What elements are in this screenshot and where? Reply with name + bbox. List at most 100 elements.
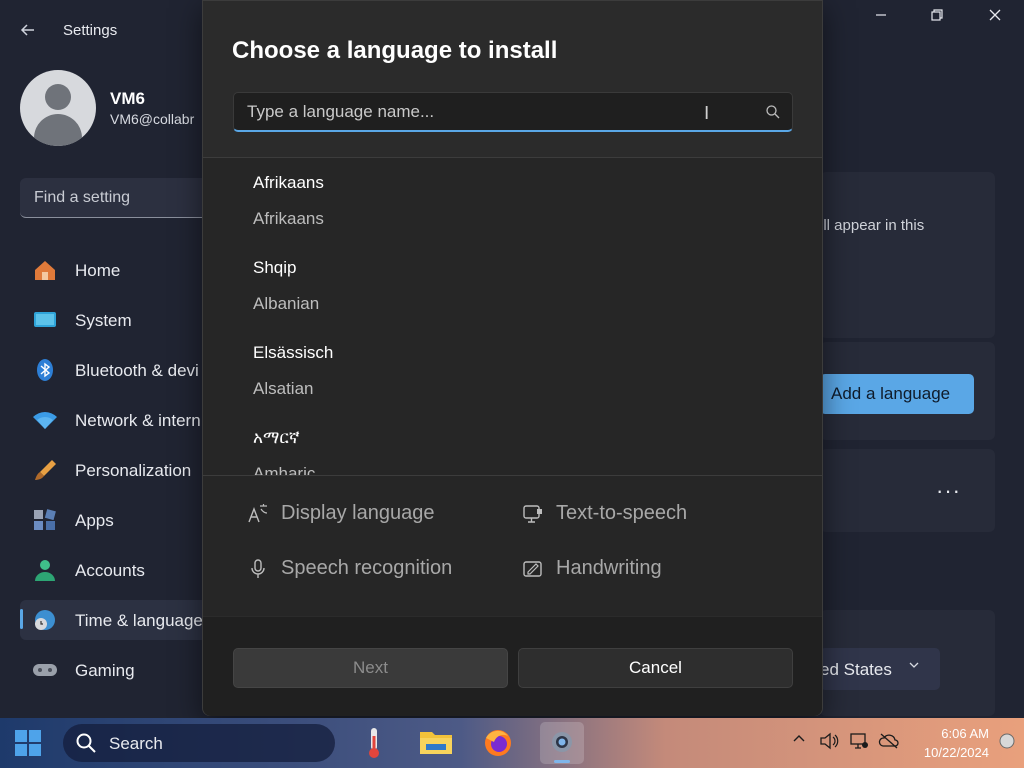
language-features: Display language Text-to-speech Speech r… bbox=[203, 476, 822, 616]
user-email: VM6@collabr bbox=[110, 111, 195, 127]
cancel-button[interactable]: Cancel bbox=[518, 648, 793, 688]
gaming-icon bbox=[33, 664, 57, 676]
close-button[interactable] bbox=[972, 8, 1018, 32]
taskbar-app-file-explorer[interactable] bbox=[414, 722, 458, 764]
nav-label: Home bbox=[75, 261, 121, 280]
language-native-name: Elsässisch bbox=[253, 343, 334, 362]
firefox-icon bbox=[485, 730, 511, 756]
taskbar-app-firefox[interactable] bbox=[476, 722, 520, 764]
find-setting-input[interactable]: Find a setting bbox=[20, 178, 210, 218]
taskbar-app-settings[interactable] bbox=[540, 722, 584, 764]
gear-icon bbox=[552, 732, 572, 752]
network-icon bbox=[33, 412, 57, 429]
apps-icon bbox=[34, 509, 56, 530]
nav-label: Apps bbox=[75, 511, 114, 530]
notification-icon[interactable] bbox=[996, 732, 1018, 754]
language-item[interactable]: Elsässisch Alsatian bbox=[203, 328, 822, 413]
language-english-name: Afrikaans bbox=[253, 209, 324, 228]
language-search-input[interactable] bbox=[234, 93, 754, 131]
choose-language-dialog: Choose a language to install I Afrikaans… bbox=[202, 0, 823, 716]
nav-label: Accounts bbox=[75, 561, 145, 580]
nav-label: Network & intern bbox=[75, 411, 201, 430]
feature-label: Text-to-speech bbox=[556, 502, 688, 524]
chevron-down-icon bbox=[908, 658, 920, 674]
user-name: VM6 bbox=[110, 89, 145, 108]
next-button[interactable]: Next bbox=[233, 648, 508, 688]
cloud-offline-icon[interactable] bbox=[878, 732, 900, 754]
region-select[interactable]: ed States bbox=[820, 648, 940, 690]
language-english-name: Albanian bbox=[253, 294, 320, 313]
windows-start-icon[interactable] bbox=[14, 729, 42, 757]
show-hidden-icons-button[interactable] bbox=[788, 732, 810, 754]
network-tray-icon[interactable] bbox=[848, 732, 870, 754]
nav-label: Bluetooth & devi bbox=[75, 361, 199, 380]
language-item[interactable]: Afrikaans Afrikaans bbox=[203, 158, 822, 243]
minimize-button[interactable] bbox=[858, 8, 904, 32]
back-button[interactable] bbox=[18, 20, 42, 42]
feature-label: Speech recognition bbox=[281, 557, 453, 579]
taskbar-search[interactable]: Search bbox=[63, 724, 335, 762]
folder-icon bbox=[420, 732, 452, 754]
language-native-name: Shqip bbox=[253, 258, 297, 277]
close-icon bbox=[989, 9, 1001, 21]
search-icon bbox=[76, 733, 96, 753]
language-native-name: አማርኛ bbox=[253, 428, 300, 448]
text-cursor-icon: I bbox=[704, 103, 710, 124]
thermometer-icon bbox=[369, 728, 379, 758]
panel-info-text: ill appear in this bbox=[820, 217, 925, 234]
taskbar-app-thermometer[interactable] bbox=[352, 722, 396, 764]
time-language-icon bbox=[35, 610, 55, 630]
language-english-name: Alsatian bbox=[253, 379, 314, 398]
nav-label: System bbox=[75, 311, 132, 330]
system-icon bbox=[34, 312, 56, 327]
language-item[interactable]: አማርኛ Amharic bbox=[203, 413, 822, 475]
language-list[interactable]: Afrikaans Afrikaans Shqip Albanian Elsäs… bbox=[203, 158, 822, 475]
language-search-box[interactable]: I bbox=[233, 92, 793, 132]
handwriting-icon bbox=[523, 561, 542, 577]
nav-label: Gaming bbox=[75, 661, 135, 680]
microphone-icon bbox=[251, 559, 265, 578]
nav-label: Time & language bbox=[75, 611, 203, 630]
running-indicator bbox=[554, 760, 570, 763]
taskbar-search-label: Search bbox=[109, 734, 163, 753]
avatar[interactable] bbox=[20, 70, 96, 146]
back-arrow-icon bbox=[20, 24, 34, 36]
accounts-icon bbox=[35, 560, 55, 581]
minimize-icon bbox=[876, 14, 886, 16]
search-icon[interactable] bbox=[765, 104, 781, 120]
nav-item-bluetooth[interactable]: Bluetooth & devi bbox=[20, 350, 210, 390]
nav-item-personalization[interactable]: Personalization bbox=[20, 450, 210, 490]
nav-item-gaming[interactable]: Gaming bbox=[20, 650, 210, 690]
region-value: ed States bbox=[820, 660, 892, 679]
more-options-button[interactable]: ··· bbox=[936, 478, 961, 504]
add-language-label: Add a language bbox=[831, 384, 951, 403]
feature-label: Display language bbox=[281, 502, 435, 524]
nav-item-time-language[interactable]: Time & language bbox=[20, 600, 210, 640]
avatar-head-icon bbox=[45, 84, 71, 110]
nav-item-apps[interactable]: Apps bbox=[20, 500, 210, 540]
clock-time: 6:06 AM bbox=[941, 726, 989, 741]
nav-item-accounts[interactable]: Accounts bbox=[20, 550, 210, 590]
app-title: Settings bbox=[63, 22, 118, 39]
nav-item-system[interactable]: System bbox=[20, 300, 210, 340]
active-nav-indicator bbox=[20, 609, 23, 629]
nav-item-network[interactable]: Network & intern bbox=[20, 400, 210, 440]
clock[interactable]: 6:06 AM 10/22/2024 bbox=[909, 724, 989, 762]
personalization-icon bbox=[35, 460, 56, 480]
add-language-button[interactable]: Add a language bbox=[820, 374, 974, 414]
feature-label: Handwriting bbox=[556, 557, 662, 579]
language-item[interactable]: Shqip Albanian bbox=[203, 243, 822, 328]
preferred-languages-panel bbox=[820, 172, 995, 338]
dialog-title: Choose a language to install bbox=[232, 37, 558, 64]
language-native-name: Afrikaans bbox=[253, 173, 324, 192]
find-setting-placeholder: Find a setting bbox=[34, 189, 131, 206]
restore-button[interactable] bbox=[914, 8, 960, 32]
display-language-icon bbox=[248, 504, 268, 523]
nav-item-home[interactable]: Home bbox=[20, 250, 210, 290]
restore-icon bbox=[931, 9, 943, 21]
chevron-up-icon bbox=[793, 735, 805, 742]
bluetooth-icon bbox=[37, 359, 53, 381]
language-entry-panel bbox=[820, 449, 995, 532]
volume-icon[interactable] bbox=[818, 732, 840, 754]
home-icon bbox=[35, 261, 55, 280]
